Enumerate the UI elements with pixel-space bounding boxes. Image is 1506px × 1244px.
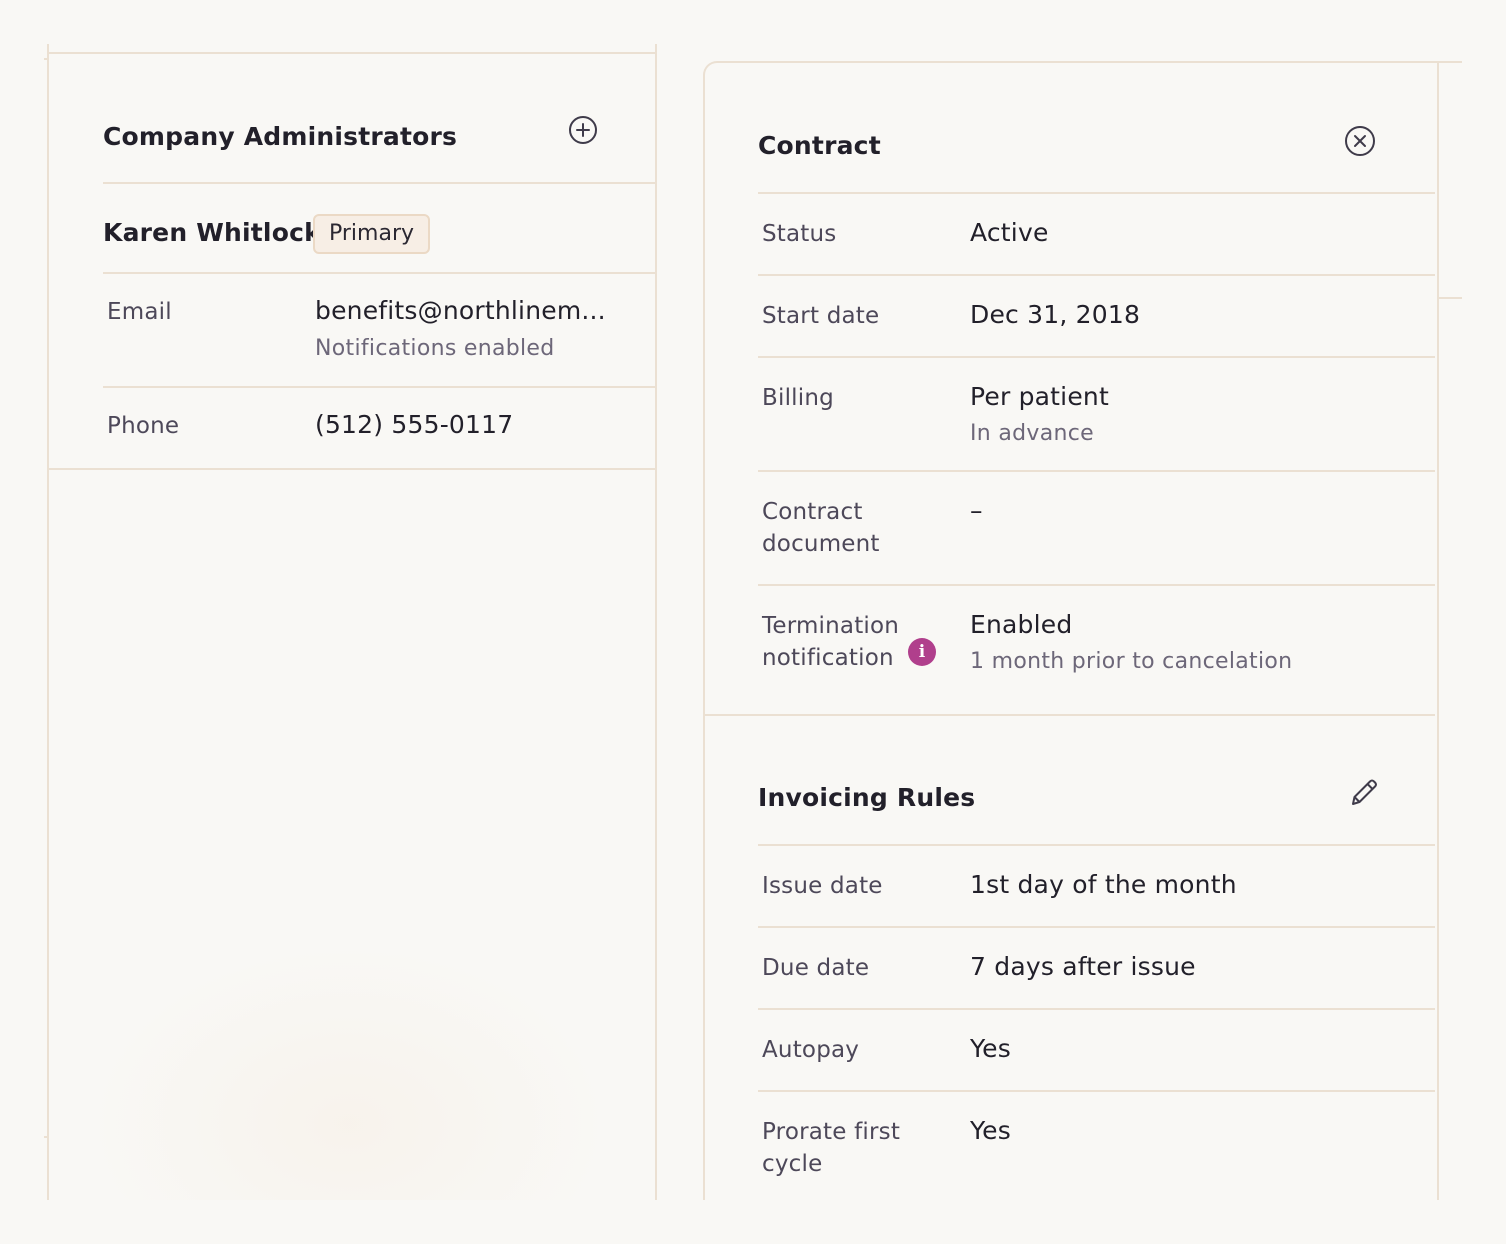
- pencil-icon: [1352, 779, 1377, 805]
- page: Company Administrators Karen Whitlock Pr…: [0, 0, 1506, 1244]
- background-glow: [89, 944, 609, 1200]
- info-icon[interactable]: i: [908, 638, 936, 666]
- contract-row-termination: Termination notification i Enabled 1 mon…: [758, 586, 1435, 714]
- status-label: Status: [762, 221, 837, 247]
- label-line: Prorate first: [762, 1119, 901, 1145]
- billing-value: Per patient: [970, 382, 1109, 411]
- company-administrators-panel: Company Administrators Karen Whitlock Pr…: [47, 44, 657, 1200]
- phone-value[interactable]: (512) 555-0117: [315, 409, 513, 441]
- contract-document-label: Contract document: [762, 496, 880, 560]
- contract-document-value: –: [970, 496, 983, 525]
- invoicing-title: Invoicing Rules: [758, 783, 976, 812]
- phone-row: Phone (512) 555-0117: [49, 388, 655, 470]
- contract-row-start-date: Start date Dec 31, 2018: [758, 276, 1435, 358]
- due-date-value: 7 days after issue: [970, 952, 1196, 981]
- start-date-label: Start date: [762, 303, 880, 329]
- termination-sub: 1 month prior to cancelation: [970, 649, 1293, 674]
- termination-value: Enabled: [970, 610, 1073, 639]
- due-date-label: Due date: [762, 955, 870, 981]
- email-label: Email: [107, 299, 172, 325]
- plus-circle-icon: [569, 116, 597, 144]
- section-divider: [705, 714, 1435, 716]
- status-value: Active: [970, 218, 1049, 247]
- issue-date-value: 1st day of the month: [970, 870, 1237, 899]
- admin-name: Karen Whitlock: [103, 218, 321, 247]
- page-bottom-strip: [0, 1200, 1506, 1244]
- email-row: Email benefits@northlinem... Notificatio…: [103, 274, 655, 388]
- label-line: Contract: [762, 499, 863, 525]
- admins-header: Company Administrators: [103, 100, 655, 184]
- label-line: document: [762, 531, 880, 557]
- prorate-label: Prorate first cycle: [762, 1116, 900, 1180]
- invoicing-row-issue-date: Issue date 1st day of the month: [758, 846, 1435, 928]
- label-line: notification: [762, 645, 894, 671]
- label-line: Termination: [762, 613, 900, 639]
- contract-row-document: Contract document –: [758, 472, 1435, 586]
- contract-title: Contract: [758, 131, 881, 160]
- termination-label: Termination notification: [762, 610, 899, 674]
- autopay-label: Autopay: [762, 1037, 860, 1063]
- billing-label: Billing: [762, 385, 834, 411]
- invoicing-row-autopay: Autopay Yes: [758, 1010, 1435, 1092]
- phone-label: Phone: [107, 413, 180, 439]
- contract-row-status: Status Active: [758, 194, 1435, 276]
- prorate-value: Yes: [970, 1116, 1011, 1145]
- contract-panel: Contract Status Active Start date Dec 31…: [703, 61, 1439, 1223]
- panel-edge-line: [1435, 61, 1462, 63]
- email-notifications-note: Notifications enabled: [315, 336, 555, 361]
- autopay-value: Yes: [970, 1034, 1011, 1063]
- billing-sub: In advance: [970, 421, 1094, 446]
- admin-name-row: Karen Whitlock Primary: [103, 184, 655, 274]
- label-line: cycle: [762, 1151, 823, 1177]
- admins-title: Company Administrators: [103, 122, 458, 151]
- contract-row-billing: Billing Per patient In advance: [758, 358, 1435, 472]
- invoicing-row-prorate: Prorate first cycle Yes: [758, 1092, 1435, 1202]
- issue-date-label: Issue date: [762, 873, 883, 899]
- close-contract-button[interactable]: [1343, 124, 1377, 158]
- panel-edge-line: [1435, 297, 1462, 299]
- edit-invoicing-button[interactable]: [1347, 775, 1381, 809]
- invoicing-row-due-date: Due date 7 days after issue: [758, 928, 1435, 1010]
- add-admin-button[interactable]: [567, 114, 599, 146]
- email-value[interactable]: benefits@northlinem...: [315, 295, 606, 327]
- close-circle-icon: [1345, 126, 1375, 156]
- start-date-value: Dec 31, 2018: [970, 300, 1141, 329]
- primary-badge: Primary: [313, 214, 431, 254]
